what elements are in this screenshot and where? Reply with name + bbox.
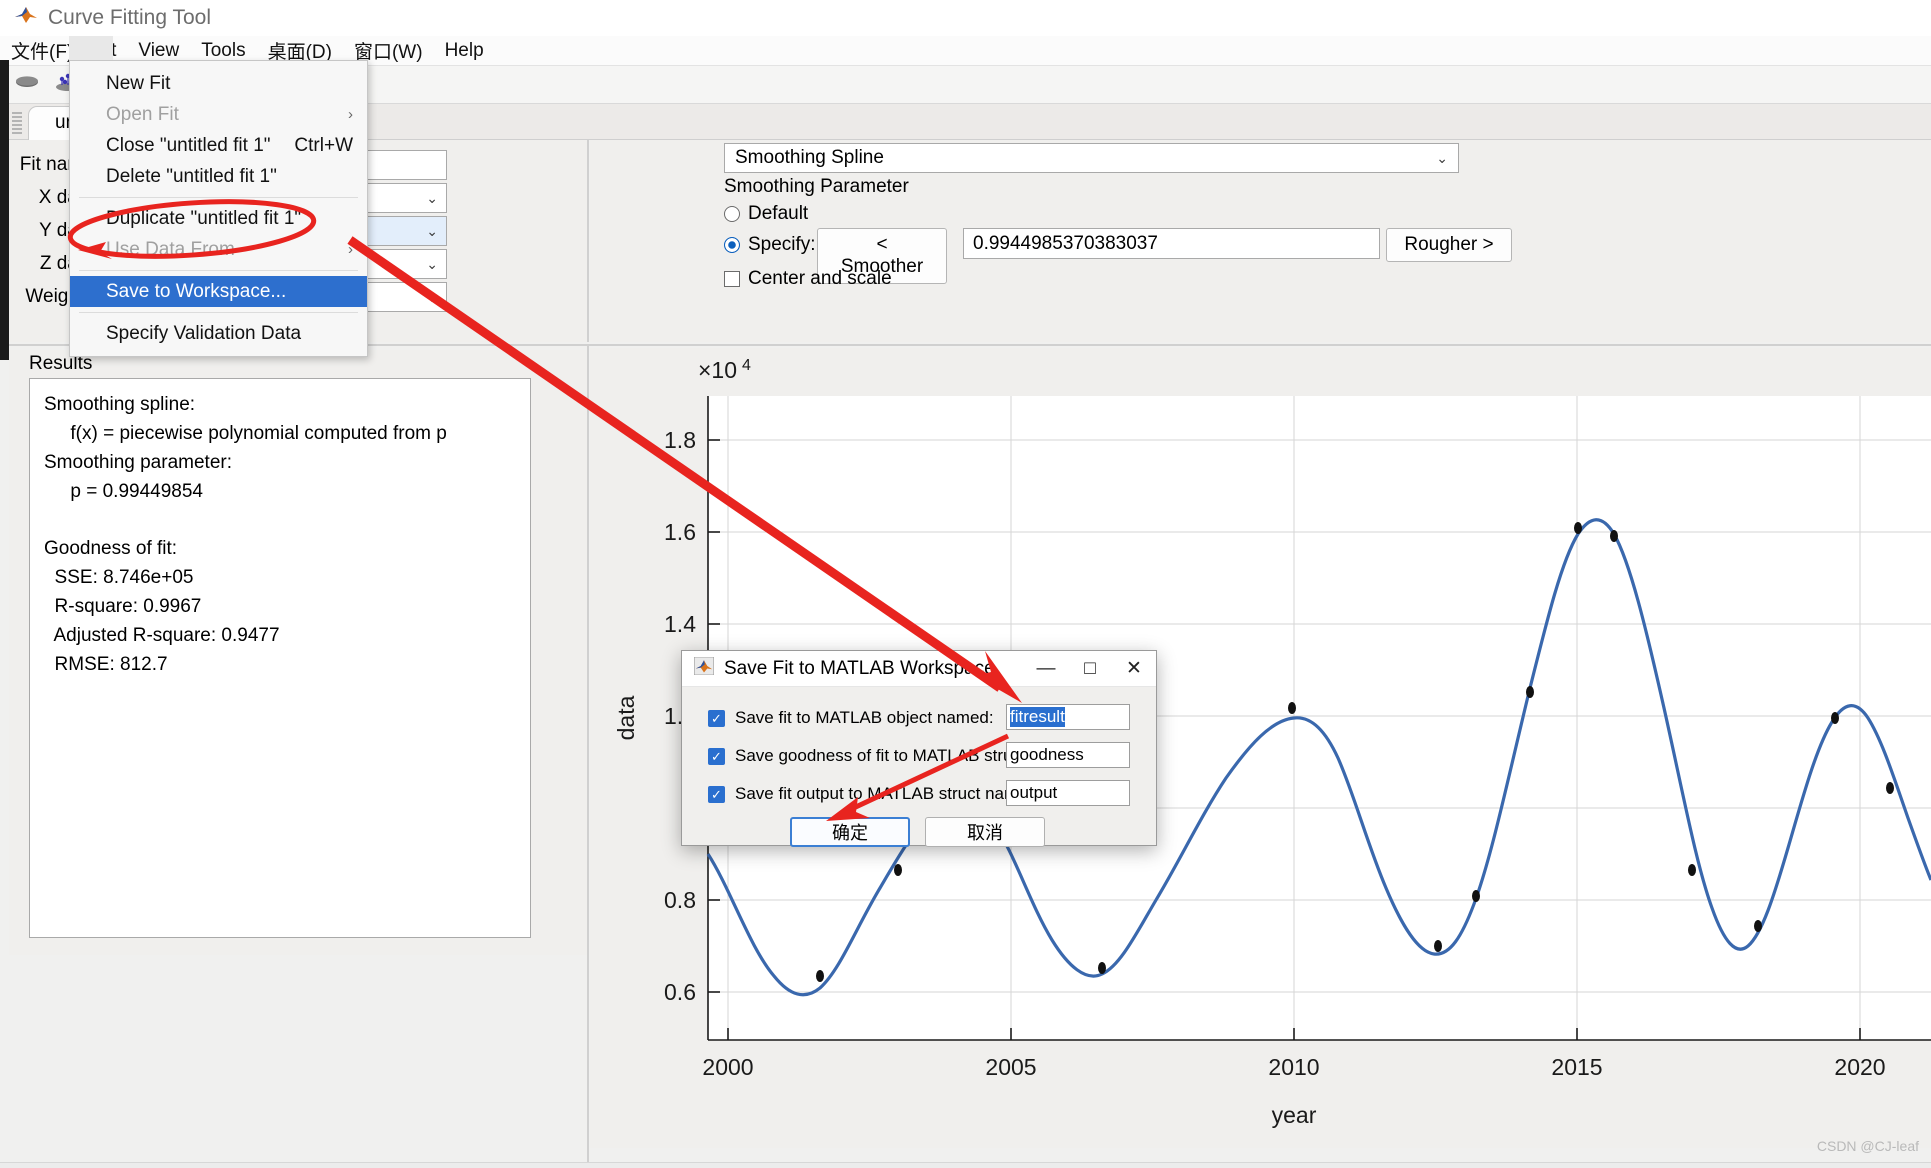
menu-item-label: Use Data From — [106, 239, 235, 261]
save-goodness-input[interactable]: goodness — [1006, 742, 1130, 768]
menu-item-label: New Fit — [106, 73, 170, 95]
window-title: Curve Fitting Tool — [48, 6, 211, 30]
svg-text:year: year — [1272, 1102, 1317, 1128]
smoothing-parameter-input[interactable]: 0.9944985370383037 — [963, 228, 1380, 259]
dialog-window-controls: — □ ✕ — [1024, 657, 1156, 680]
specify-radio-row[interactable]: Specify: — [724, 234, 816, 256]
left-edge-strip — [0, 60, 9, 360]
specify-radio-label: Specify: — [748, 234, 816, 256]
svg-text:2005: 2005 — [985, 1054, 1036, 1080]
svg-text:1.8: 1.8 — [664, 427, 696, 453]
fit-type-select[interactable]: Smoothing Spline ⌄ — [724, 143, 1459, 173]
specify-radio[interactable] — [724, 237, 740, 253]
chevron-down-icon: ⌄ — [1436, 150, 1448, 167]
menu-item-duplicate-fit[interactable]: Duplicate "untitled fit 1" — [70, 203, 367, 234]
menu-item-label: Specify Validation Data — [106, 323, 301, 345]
menu-separator — [79, 197, 358, 198]
svg-text:data: data — [613, 695, 639, 740]
save-output-label: Save fit output to MATLAB struct named: — [735, 784, 1042, 804]
chevron-right-icon: › — [348, 106, 353, 123]
matlab-icon — [694, 657, 714, 681]
menu-item-specify-validation-data[interactable]: Specify Validation Data — [70, 318, 367, 349]
center-and-scale-row[interactable]: Center and scale — [724, 268, 892, 290]
save-fit-object-checkbox[interactable]: ✓ — [708, 710, 725, 727]
chevron-down-icon: ⌄ — [426, 223, 438, 240]
minimize-icon[interactable]: — — [1024, 658, 1068, 680]
save-fit-object-input[interactable]: fitresult — [1006, 704, 1130, 730]
svg-text:1.6: 1.6 — [664, 519, 696, 545]
dialog-title: Save Fit to MATLAB Workspace — [724, 658, 995, 680]
panel-divider-vertical[interactable] — [587, 140, 589, 342]
close-icon[interactable]: ✕ — [1112, 657, 1156, 680]
menu-separator — [79, 270, 358, 271]
save-fit-dialog: Save Fit to MATLAB Workspace — □ ✕ ✓ Sav… — [681, 650, 1157, 846]
svg-text:0.8: 0.8 — [664, 887, 696, 913]
chevron-down-icon: ⌄ — [426, 256, 438, 273]
save-fit-object-value: fitresult — [1010, 707, 1065, 727]
save-goodness-value: goodness — [1010, 745, 1084, 765]
cancel-button[interactable]: 取消 — [925, 817, 1045, 847]
menu-item-label: Close "untitled fit 1" — [106, 135, 271, 157]
chevron-right-icon: › — [348, 241, 353, 258]
default-radio[interactable] — [724, 206, 740, 222]
fit-menu-popup: New Fit Open Fit › Close "untitled fit 1… — [69, 60, 368, 357]
menu-item-shortcut: Ctrl+W — [294, 135, 353, 157]
menu-item-new-fit[interactable]: New Fit — [70, 68, 367, 99]
default-radio-label: Default — [748, 203, 808, 225]
save-output-value: output — [1010, 783, 1057, 803]
menu-help[interactable]: Help — [434, 37, 495, 65]
matlab-icon — [14, 4, 38, 32]
maximize-icon[interactable]: □ — [1068, 658, 1112, 680]
fit-options-panel: Smoothing Spline ⌄ Smoothing Parameter D… — [590, 140, 1931, 342]
save-fit-object-row[interactable]: ✓ Save fit to MATLAB object named: — [708, 708, 994, 728]
menu-item-save-to-workspace[interactable]: Save to Workspace... — [70, 276, 367, 307]
save-output-row[interactable]: ✓ Save fit output to MATLAB struct named… — [708, 784, 1042, 804]
save-fit-object-label: Save fit to MATLAB object named: — [735, 708, 994, 728]
surface-fit-icon[interactable] — [14, 73, 40, 97]
results-text: Smoothing spline: f(x) = piecewise polyn… — [29, 378, 531, 938]
center-and-scale-checkbox[interactable] — [724, 271, 740, 287]
menu-item-close-fit[interactable]: Close "untitled fit 1" Ctrl+W — [70, 130, 367, 161]
menu-item-label: Duplicate "untitled fit 1" — [106, 208, 301, 230]
menu-separator — [79, 312, 358, 313]
menu-item-open-fit[interactable]: Open Fit › — [70, 99, 367, 130]
menu-item-delete-fit[interactable]: Delete "untitled fit 1" — [70, 161, 367, 192]
curve-fitting-tool-window: Curve Fitting Tool 文件(F) Fit View Tools … — [0, 0, 1931, 1168]
ok-button[interactable]: 确定 — [790, 817, 910, 847]
rougher-button[interactable]: Rougher > — [1386, 228, 1512, 262]
menu-fit-active-highlight — [69, 36, 113, 60]
svg-text:2015: 2015 — [1551, 1054, 1602, 1080]
svg-text:×10: ×10 — [698, 357, 737, 383]
svg-text:4: 4 — [742, 357, 751, 374]
results-plot-divider[interactable] — [587, 346, 589, 1166]
title-bar: Curve Fitting Tool — [0, 0, 1931, 36]
smoothing-parameter-title: Smoothing Parameter — [724, 176, 909, 198]
center-and-scale-label: Center and scale — [748, 268, 892, 290]
fit-type-value: Smoothing Spline — [735, 147, 884, 169]
save-output-checkbox[interactable]: ✓ — [708, 786, 725, 803]
svg-text:0.6: 0.6 — [664, 979, 696, 1005]
results-panel: Results Smoothing spline: f(x) = piecewi… — [9, 350, 587, 955]
menu-item-label: Open Fit — [106, 104, 179, 126]
save-output-input[interactable]: output — [1006, 780, 1130, 806]
menu-item-label: Delete "untitled fit 1" — [106, 166, 277, 188]
drag-grip-icon[interactable] — [12, 112, 22, 134]
default-radio-row[interactable]: Default — [724, 203, 808, 225]
svg-text:2000: 2000 — [702, 1054, 753, 1080]
svg-text:1.4: 1.4 — [664, 611, 696, 637]
watermark: CSDN @CJ-leaf — [1817, 1138, 1919, 1154]
svg-text:2020: 2020 — [1834, 1054, 1885, 1080]
status-bar — [0, 1162, 1931, 1168]
dialog-title-bar: Save Fit to MATLAB Workspace — □ ✕ — [682, 651, 1156, 687]
chevron-down-icon: ⌄ — [426, 190, 438, 207]
chevron-down-icon: ⌄ — [426, 289, 438, 306]
save-goodness-checkbox[interactable]: ✓ — [708, 748, 725, 765]
svg-text:2010: 2010 — [1268, 1054, 1319, 1080]
menu-item-label: Save to Workspace... — [106, 281, 286, 303]
menu-item-use-data-from[interactable]: Use Data From › — [70, 234, 367, 265]
